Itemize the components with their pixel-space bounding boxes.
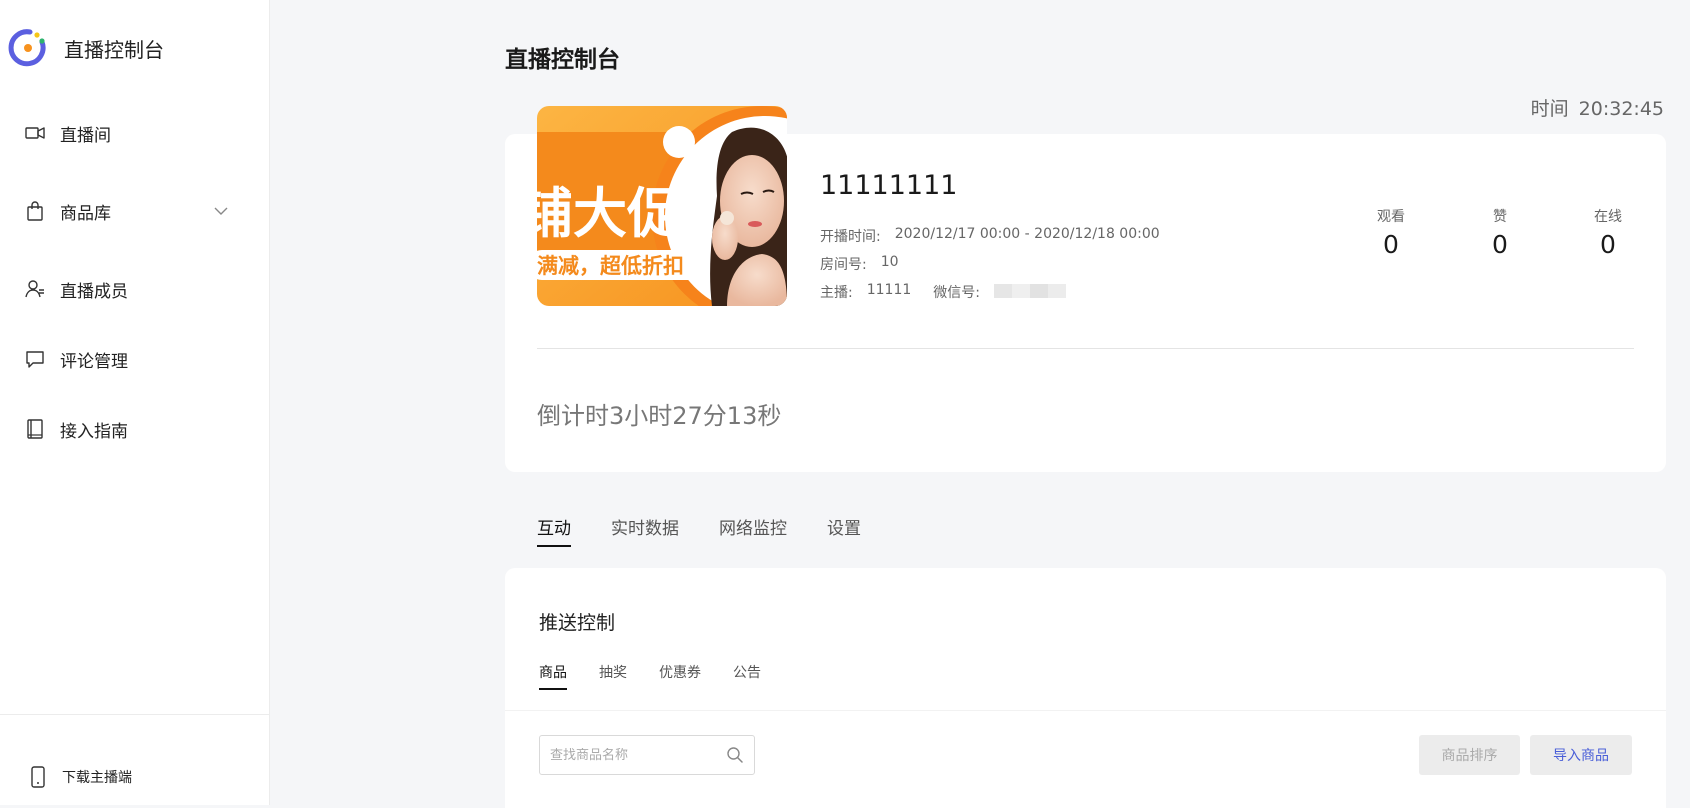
sidebar-item-live-members[interactable]: 直播成员 — [0, 264, 270, 314]
stat-label: 在线 — [1594, 209, 1622, 225]
subtab-announcement[interactable]: 公告 — [733, 662, 761, 690]
stream-host-info: 主播: 11111 微信号: — [820, 282, 1066, 302]
ring-logo-icon — [8, 29, 46, 67]
sidebar-item-product-library[interactable]: 商品库 — [0, 186, 270, 236]
sidebar-item-access-guide[interactable]: 接入指南 — [0, 404, 270, 454]
panel-separator — [505, 710, 1666, 711]
sidebar: 直播控制台 直播间 商品库 直播成员 评论管理 接入指南 下载主播端 — [0, 0, 270, 805]
time-label: 时间 — [1530, 98, 1569, 120]
shopping-bag-icon — [24, 200, 46, 222]
stream-name: 11111111 — [820, 170, 958, 201]
subtab-products[interactable]: 商品 — [539, 662, 567, 690]
stream-start-time: 开播时间: 2020/12/17 00:00 - 2020/12/18 00:0… — [820, 226, 1160, 246]
book-icon — [24, 418, 46, 440]
stat-views: 观看 0 — [1351, 206, 1431, 259]
stat-online: 在线 0 — [1568, 206, 1648, 259]
current-time: 时间 20:32:45 — [1531, 94, 1664, 121]
room-number-value: 10 — [880, 254, 899, 270]
sidebar-item-label: 商品库 — [60, 203, 111, 224]
stat-value: 0 — [1600, 230, 1616, 259]
sort-products-button[interactable]: 商品排序 — [1419, 735, 1520, 775]
stat-likes: 赞 0 — [1460, 206, 1540, 259]
stream-cover-image[interactable]: 铺大促 满减，超低折扣 — [537, 106, 787, 306]
wechat-label: 微信号: — [933, 285, 980, 301]
subtab-lottery[interactable]: 抽奖 — [599, 662, 627, 690]
card-divider — [537, 348, 1634, 349]
page-title: 直播控制台 — [505, 47, 620, 73]
subtab-coupons[interactable]: 优惠券 — [659, 662, 701, 690]
download-label: 下载主播端 — [62, 770, 132, 786]
start-time-value: 2020/12/17 00:00 - 2020/12/18 00:00 — [894, 226, 1160, 242]
sidebar-divider — [0, 714, 270, 715]
push-control-subtabs: 商品 抽奖 优惠券 公告 — [539, 662, 793, 690]
wechat-value-masked — [993, 284, 1066, 298]
sidebar-item-live-room[interactable]: 直播间 — [0, 108, 270, 158]
cover-main-text: 铺大促 — [537, 182, 681, 245]
sidebar-item-comment-management[interactable]: 评论管理 — [0, 334, 270, 384]
tab-interaction[interactable]: 互动 — [537, 514, 571, 547]
import-products-button[interactable]: 导入商品 — [1530, 735, 1632, 775]
brand-title: 直播控制台 — [64, 37, 164, 62]
cover-sub-text: 满减，超低折扣 — [537, 254, 684, 278]
sidebar-item-label: 直播成员 — [60, 281, 128, 302]
product-search-input[interactable] — [550, 747, 730, 763]
main-content: 直播控制台 时间 20:32:45 铺大促 满减，超低折扣 11111111 开… — [270, 0, 1690, 808]
host-label: 主播: — [820, 285, 853, 301]
stream-room-number: 房间号: 10 — [820, 254, 899, 274]
push-control-title: 推送控制 — [539, 612, 616, 634]
start-time-label: 开播时间: — [820, 229, 881, 245]
host-value: 11111 — [866, 282, 912, 298]
stat-label: 赞 — [1493, 209, 1507, 225]
tab-network-monitor[interactable]: 网络监控 — [719, 514, 787, 547]
time-value: 20:32:45 — [1578, 98, 1664, 120]
countdown-text: 倒计时3小时27分13秒 — [537, 402, 782, 430]
main-tabs: 互动 实时数据 网络监控 设置 — [537, 514, 901, 547]
comment-icon — [24, 348, 46, 370]
video-camera-icon — [24, 122, 46, 144]
sidebar-item-label: 直播间 — [60, 125, 111, 146]
product-search-box — [539, 735, 755, 775]
chevron-down-icon[interactable] — [212, 202, 230, 220]
member-icon — [24, 278, 46, 300]
stat-value: 0 — [1492, 230, 1508, 259]
download-host-app-link[interactable]: 下载主播端 — [30, 766, 132, 788]
search-icon[interactable] — [726, 746, 744, 764]
tab-settings[interactable]: 设置 — [827, 514, 861, 547]
tab-realtime-data[interactable]: 实时数据 — [611, 514, 679, 547]
phone-icon — [31, 766, 45, 788]
room-number-label: 房间号: — [820, 257, 867, 273]
stat-label: 观看 — [1377, 209, 1405, 225]
sidebar-item-label: 接入指南 — [60, 421, 128, 442]
stat-value: 0 — [1383, 230, 1399, 259]
brand[interactable]: 直播控制台 — [8, 28, 164, 68]
sidebar-item-label: 评论管理 — [60, 351, 128, 372]
